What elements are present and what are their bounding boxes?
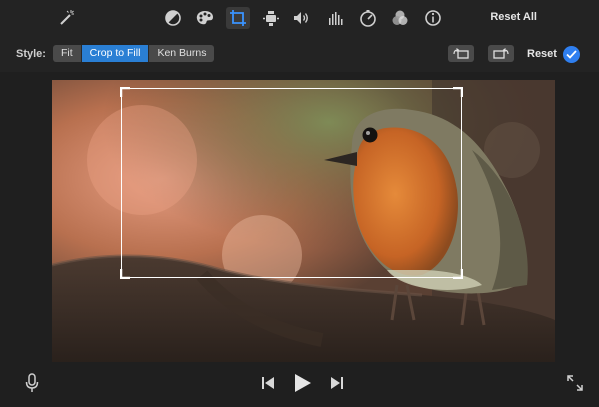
style-crop-to-fill-button[interactable]: Crop to Fill: [81, 45, 150, 62]
info-icon[interactable]: [423, 8, 443, 28]
crop-style-selector: Fit Crop to Fill Ken Burns: [53, 45, 215, 62]
volume-icon[interactable]: [292, 8, 312, 28]
microphone-icon[interactable]: [24, 372, 40, 394]
style-fit-button[interactable]: Fit: [53, 45, 82, 62]
adjustments-toolbar: Reset All: [0, 0, 599, 36]
reset-button[interactable]: Reset: [527, 48, 557, 60]
playback-bar: [0, 362, 599, 407]
crop-icon[interactable]: [226, 7, 250, 29]
rotate-left-icon: [453, 47, 469, 59]
rotate-left-button[interactable]: [448, 45, 474, 62]
rotate-right-icon: [493, 47, 509, 59]
crop-handle-top-left[interactable]: [120, 87, 130, 97]
crop-handle-bottom-left[interactable]: [120, 269, 130, 279]
skip-forward-icon[interactable]: [329, 375, 345, 391]
filter-icon[interactable]: [390, 8, 410, 28]
crop-frame[interactable]: [120, 87, 463, 279]
crop-handle-top-right[interactable]: [453, 87, 463, 97]
fullscreen-icon[interactable]: [566, 374, 584, 392]
crop-style-bar: Style: Fit Crop to Fill Ken Burns Reset: [0, 36, 599, 72]
skip-back-icon[interactable]: [260, 375, 276, 391]
reset-all-button[interactable]: Reset All: [490, 11, 537, 23]
style-label: Style:: [16, 48, 46, 60]
palette-icon[interactable]: [195, 8, 215, 28]
magic-wand-icon[interactable]: [57, 8, 77, 28]
play-icon[interactable]: [292, 372, 314, 394]
speed-icon[interactable]: [358, 8, 378, 28]
checkmark-icon: [566, 50, 577, 59]
style-ken-burns-button[interactable]: Ken Burns: [149, 45, 215, 62]
apply-checkmark-button[interactable]: [563, 46, 580, 63]
equalizer-icon[interactable]: [326, 8, 346, 28]
rotate-right-button[interactable]: [488, 45, 514, 62]
color-balance-icon[interactable]: [163, 8, 183, 28]
stabilization-icon[interactable]: [261, 8, 281, 28]
crop-handle-bottom-right[interactable]: [453, 269, 463, 279]
